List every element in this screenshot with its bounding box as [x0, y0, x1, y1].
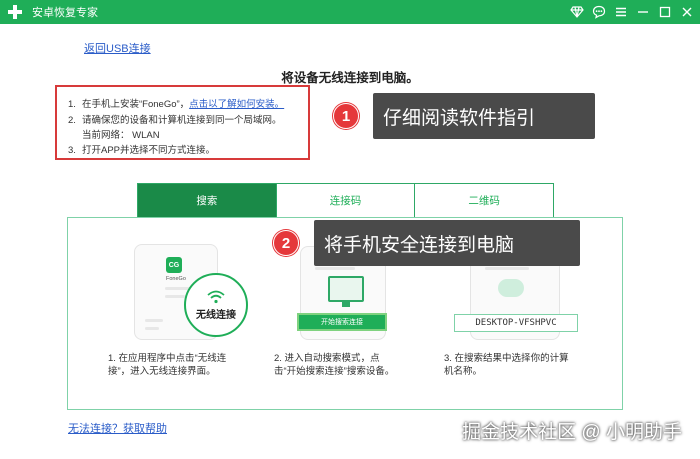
chat-icon[interactable] — [592, 5, 606, 19]
app-title: 安卓恢复专家 — [32, 7, 98, 19]
window-controls — [570, 0, 694, 24]
current-network: 当前网络： WLAN — [82, 130, 160, 141]
callout-2: 将手机安全连接到电脑 — [314, 220, 580, 266]
get-help-link[interactable]: 无法连接？获取帮助 — [68, 420, 167, 436]
title-bar: 安卓恢复专家 — [0, 0, 700, 24]
tab-search[interactable]: 搜索 — [138, 184, 277, 217]
wifi-icon — [207, 290, 225, 303]
install-help-link[interactable]: 点击以了解如何安装。 — [189, 99, 284, 110]
page-title: 将设备无线连接到电脑。 — [281, 71, 419, 85]
close-icon[interactable] — [680, 5, 694, 19]
minimize-icon[interactable] — [636, 5, 650, 19]
fonego-name: FoneGo — [166, 276, 186, 282]
maximize-icon[interactable] — [658, 5, 672, 19]
callout-badge-1: 1 — [333, 103, 359, 129]
callout-1: 仔细阅读软件指引 — [373, 93, 595, 139]
monitor-icon — [328, 276, 364, 307]
menu-icon[interactable] — [614, 5, 628, 19]
step-desc-3: 3. 在搜索结果中选择你的计算 机名称。 — [444, 353, 569, 377]
start-search-button: 开始搜索连接 — [297, 313, 387, 331]
diamond-icon[interactable] — [570, 5, 584, 19]
device-name-box: DESKTOP-VFSHPVC — [454, 314, 578, 332]
step-desc-1: 1. 在应用程序中点击“无线连 接”，进入无线连接界面。 — [108, 353, 227, 377]
instruction-2: 2. 请确保您的设备和计算机连接到同一个局域网。 — [68, 115, 282, 126]
callout-badge-2: 2 — [273, 230, 299, 256]
tab-connection-code[interactable]: 连接码 — [276, 184, 416, 217]
watermark: 掘金技术社区 @ 小明助手 — [462, 422, 682, 443]
instruction-1: 1. 在手机上安装“FoneGo”，点击以了解如何安装。 — [68, 99, 285, 110]
instruction-3: 3. 打开APP并选择不同方式连接。 — [68, 145, 216, 156]
device-found-icon — [498, 279, 524, 297]
fonego-logo: CG — [166, 257, 182, 273]
tab-qr-code[interactable]: 二维码 — [415, 184, 554, 217]
wireless-connect-bubble: 无线连接 — [184, 273, 248, 337]
connection-tabs: 搜索 连接码 二维码 — [137, 183, 554, 217]
step-desc-2: 2. 进入自动搜索模式，点 击“开始搜索连接”搜索设备。 — [274, 353, 395, 377]
app-logo-icon — [8, 5, 22, 19]
wireless-connect-label: 无线连接 — [196, 309, 236, 321]
back-to-usb-link[interactable]: 返回USB连接 — [84, 40, 151, 56]
